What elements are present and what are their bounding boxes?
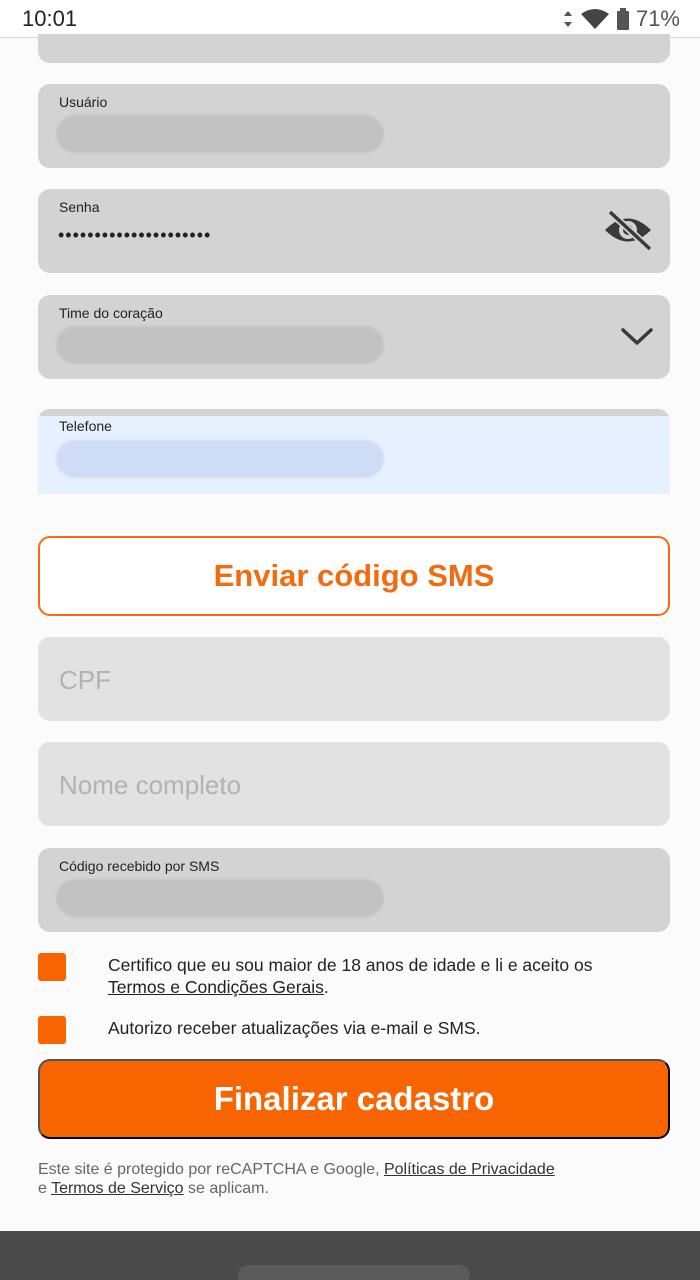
- data-arrows-icon: [563, 11, 572, 27]
- footer-handle: [238, 1265, 470, 1280]
- wifi-icon: [580, 9, 609, 29]
- visibility-toggle[interactable]: [602, 209, 654, 256]
- battery-icon: [616, 8, 629, 30]
- codigo-sms-label: Código recebido por SMS: [59, 858, 220, 874]
- telefone-field[interactable]: Telefone: [38, 416, 670, 494]
- terms-conditions-link[interactable]: Termos e Condições Gerais: [108, 977, 324, 997]
- telefone-label: Telefone: [59, 418, 112, 434]
- usuario-field[interactable]: Usuário: [38, 84, 670, 168]
- eye-off-icon[interactable]: [602, 209, 654, 252]
- senha-label: Senha: [59, 199, 100, 215]
- nome-completo-field[interactable]: Nome completo: [38, 742, 670, 826]
- consent-updates-checkbox[interactable]: [38, 1016, 66, 1044]
- telefone-value-redacted: [56, 440, 384, 478]
- privacy-policy-link[interactable]: Políticas de Privacidade: [384, 1161, 555, 1178]
- battery-percent: 71%: [635, 6, 680, 31]
- consent-age-checkbox[interactable]: [38, 953, 66, 981]
- nome-completo-placeholder: Nome completo: [59, 770, 242, 800]
- time-coracao-value-redacted: [56, 326, 384, 364]
- submit-registration-button[interactable]: Finalizar cadastro: [38, 1059, 670, 1139]
- codigo-sms-field[interactable]: Código recebido por SMS: [38, 848, 670, 932]
- terms-of-service-link[interactable]: Termos de Serviço: [51, 1180, 184, 1197]
- usuario-value-redacted: [56, 115, 384, 153]
- cpf-placeholder: CPF: [59, 665, 111, 695]
- previous-field-partial[interactable]: [38, 34, 670, 63]
- cpf-field[interactable]: CPF: [38, 637, 670, 721]
- consent-age-text: Certifico que eu sou maior de 18 anos de…: [108, 955, 593, 997]
- senha-field[interactable]: Senha •••••••••••••••••••••: [38, 189, 670, 273]
- footer-bar: [0, 1231, 700, 1280]
- usuario-label: Usuário: [59, 94, 108, 110]
- consent-updates-text: Autorizo receber atualizações via e-mail…: [108, 1018, 481, 1038]
- status-time: 10:01: [22, 6, 78, 31]
- senha-value: •••••••••••••••••••••: [58, 225, 212, 245]
- dropdown-toggle[interactable]: [620, 327, 654, 352]
- time-coracao-label: Time do coração: [59, 305, 163, 321]
- status-bar: 10:01 71%: [0, 0, 700, 38]
- status-icons: 71%: [562, 6, 680, 32]
- time-coracao-select[interactable]: Time do coração: [38, 295, 670, 379]
- recaptcha-notice: Este site é protegido por reCAPTCHA e Go…: [38, 1161, 555, 1197]
- send-sms-code-button[interactable]: Enviar código SMS: [38, 536, 670, 616]
- chevron-down-icon[interactable]: [620, 327, 654, 347]
- codigo-sms-value-redacted: [56, 879, 384, 917]
